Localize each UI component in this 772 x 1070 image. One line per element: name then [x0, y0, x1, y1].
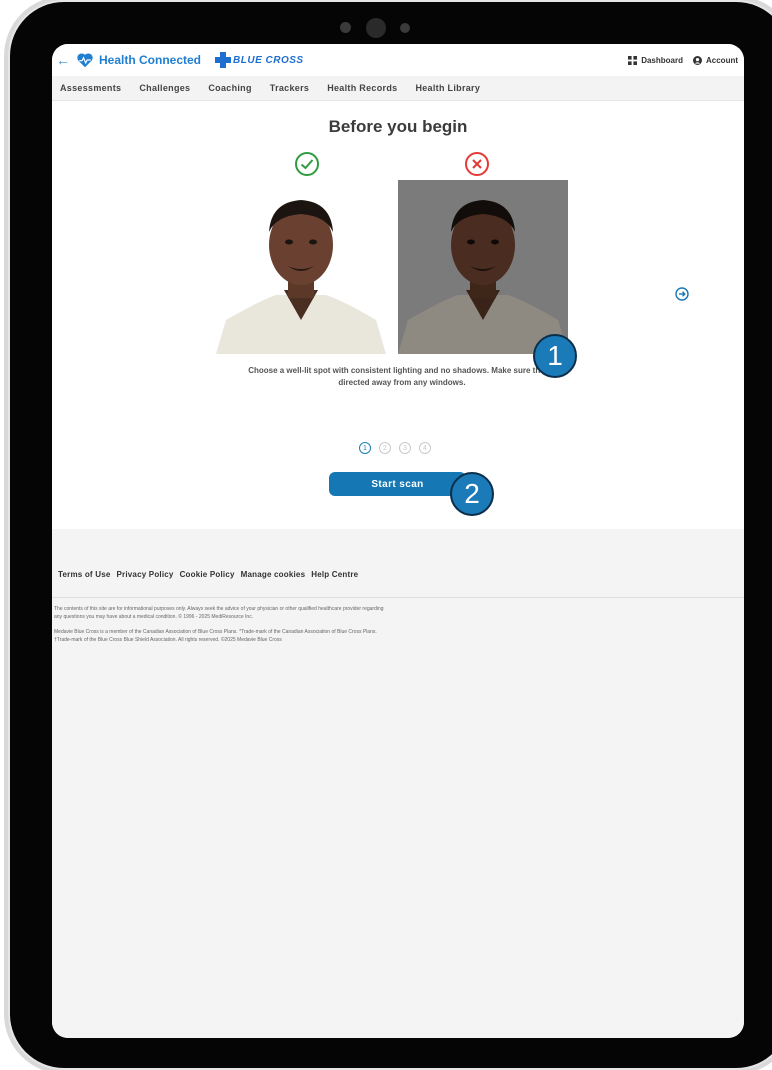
account-link[interactable]: Account [693, 55, 738, 65]
menu-item-health-records[interactable]: Health Records [327, 83, 397, 93]
footer-link-terms[interactable]: Terms of Use [58, 570, 111, 579]
x-circle-icon [465, 152, 489, 176]
trademark-line-2: †Trade-mark of the Blue Cross Blue Shiel… [54, 637, 282, 643]
step-4[interactable]: 4 [419, 442, 431, 454]
trademark-line-1: Medavie Blue Cross is a member of the Ca… [54, 629, 377, 635]
callout-1: 1 [533, 334, 577, 378]
app-title: Health Connected [99, 53, 202, 67]
main-menu: Assessments Challenges Coaching Trackers… [52, 76, 744, 101]
poor-lighting-photo [398, 180, 568, 354]
dashboard-icon [628, 55, 638, 65]
callout-2: 2 [450, 472, 494, 516]
disclaimer-line-1: The contents of this site are for inform… [54, 606, 384, 612]
disclaimer-text: The contents of this site are for inform… [54, 605, 474, 621]
menu-item-assessments[interactable]: Assessments [60, 83, 121, 93]
check-circle-icon [295, 152, 319, 176]
menu-item-health-library[interactable]: Health Library [415, 83, 480, 93]
dashboard-link[interactable]: Dashboard [628, 55, 683, 65]
camera-bar [330, 16, 430, 40]
footer-link-help[interactable]: Help Centre [311, 570, 358, 579]
menu-item-coaching[interactable]: Coaching [208, 83, 251, 93]
main-content: Before you begin Choose a well-lit spot … [52, 101, 744, 529]
back-arrow-icon[interactable]: ← [56, 52, 70, 68]
footer-link-cookie-policy[interactable]: Cookie Policy [180, 570, 235, 579]
footer: Terms of Use Privacy Policy Cookie Polic… [52, 529, 744, 1038]
footer-link-privacy[interactable]: Privacy Policy [117, 570, 174, 579]
step-1[interactable]: 1 [359, 442, 371, 454]
next-slide-icon[interactable] [675, 287, 689, 301]
top-bar: ← Health Connected BLUE CROSS Dashboard [52, 44, 744, 76]
instruction-text: Choose a well-lit spot with consistent l… [212, 365, 592, 389]
footer-links: Terms of Use Privacy Policy Cookie Polic… [58, 570, 358, 579]
account-label: Account [706, 55, 738, 65]
account-icon [693, 55, 702, 65]
footer-link-manage-cookies[interactable]: Manage cookies [241, 570, 306, 579]
menu-item-trackers[interactable]: Trackers [270, 83, 309, 93]
brand[interactable]: Health Connected [76, 52, 201, 68]
step-indicator: 1 2 3 4 [359, 442, 431, 454]
step-2[interactable]: 2 [379, 442, 391, 454]
partner-logo-text: BLUE CROSS [233, 54, 304, 66]
start-scan-button[interactable]: Start scan [329, 472, 466, 496]
heart-icon [77, 53, 93, 68]
cross-icon [215, 52, 232, 68]
top-nav: Dashboard Account [628, 44, 738, 76]
disclaimer-line-2: any questions you may have about a medic… [54, 614, 254, 620]
footer-divider [52, 597, 744, 598]
blue-cross-logo: BLUE CROSS [215, 52, 304, 68]
page-title: Before you begin [328, 117, 468, 136]
dashboard-label: Dashboard [641, 55, 683, 65]
screen: ← Health Connected BLUE CROSS Dashboard [52, 44, 744, 1038]
menu-item-challenges[interactable]: Challenges [139, 83, 190, 93]
good-lighting-photo [216, 180, 386, 354]
instruction-line-2: directed away from any windows. [338, 378, 466, 387]
trademark-text: Medavie Blue Cross is a member of the Ca… [54, 628, 474, 644]
step-3[interactable]: 3 [399, 442, 411, 454]
